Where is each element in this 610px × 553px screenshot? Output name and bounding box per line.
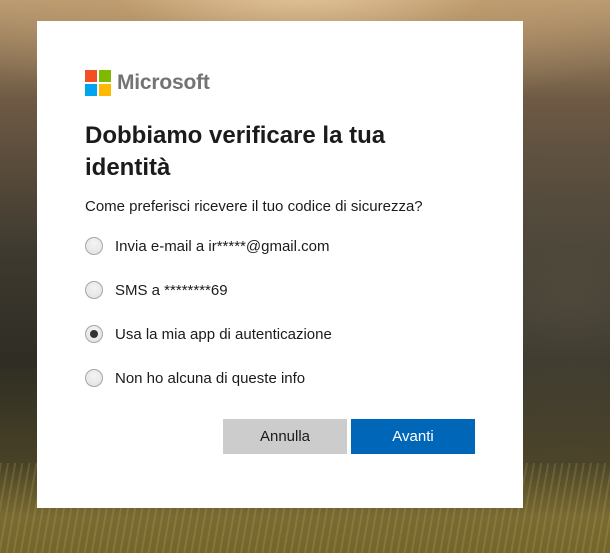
option-email[interactable]: Invia e-mail a ir*****@gmail.com	[85, 232, 475, 260]
option-label: Usa la mia app di autenticazione	[115, 325, 332, 343]
method-options: Invia e-mail a ir*****@gmail.com SMS a *…	[85, 232, 475, 392]
radio-no-info[interactable]	[85, 369, 103, 387]
question-text: Come preferisci ricevere il tuo codice d…	[85, 198, 423, 215]
cancel-button[interactable]: Annulla	[223, 419, 347, 454]
logo-square-yellow	[99, 83, 111, 96]
brand-header: Microsoft	[85, 69, 475, 96]
option-label: Non ho alcuna di queste info	[115, 369, 306, 387]
radio-authenticator-app[interactable]	[85, 325, 103, 343]
microsoft-logo-icon	[85, 69, 111, 96]
brand-name: Microsoft	[117, 70, 210, 94]
option-no-info[interactable]: Non ho alcuna di queste info	[85, 364, 475, 392]
radio-email[interactable]	[85, 237, 103, 255]
option-label: Invia e-mail a ir*****@gmail.com	[115, 237, 330, 255]
option-authenticator-app[interactable]: Usa la mia app di autenticazione	[85, 320, 475, 348]
option-sms[interactable]: SMS a ********69	[85, 276, 475, 304]
next-button[interactable]: Avanti	[351, 419, 475, 454]
button-row: Annulla Avanti	[223, 419, 475, 454]
verification-dialog: Microsoft Dobbiamo verificare la tua ide…	[37, 21, 523, 508]
logo-square-green	[99, 69, 111, 82]
logo-square-red	[85, 69, 97, 82]
logo-square-blue	[85, 83, 97, 96]
page-title: Dobbiamo verificare la tua identità	[85, 122, 386, 181]
radio-sms[interactable]	[85, 281, 103, 299]
option-label: SMS a ********69	[115, 281, 228, 299]
